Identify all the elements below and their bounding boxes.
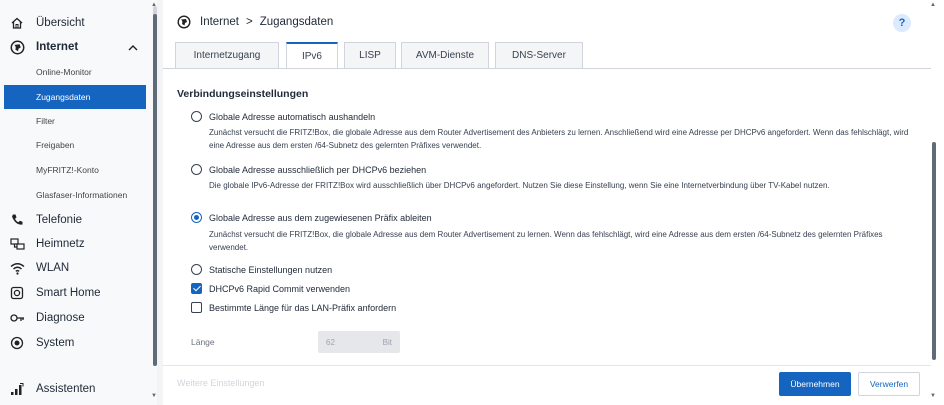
help-button[interactable]: ? — [893, 14, 911, 32]
network-icon — [9, 236, 25, 252]
option-description: Die globale IPv6-Adresse der FRITZ!Box w… — [209, 181, 830, 190]
sidebar: Übersicht Internet Online-Monitor Zugang… — [0, 0, 157, 405]
sidebar-subitem-zugangsdaten[interactable]: Zugangsdaten — [4, 85, 146, 109]
sidebar-item-label: Diagnose — [36, 312, 85, 324]
home-icon — [9, 15, 25, 31]
sidebar-item-label: System — [36, 337, 75, 349]
diagnose-icon — [9, 310, 25, 326]
wifi-icon — [9, 260, 25, 276]
length-unit: Bit — [382, 337, 392, 347]
sidebar-item-telefonie[interactable]: Telefonie — [0, 208, 150, 232]
tab-ipv6[interactable]: IPv6 — [286, 42, 338, 69]
apply-button[interactable]: Übernehmen — [779, 372, 851, 396]
option-label: Globale Adresse automatisch aushandeln — [209, 111, 376, 122]
sidebar-item-system[interactable]: System — [0, 331, 150, 355]
checkbox-lan-prefix-length[interactable]: Bestimmte Länge für das LAN-Präfix anfor… — [191, 302, 396, 313]
option-label: Globale Adresse ausschließlich per DHCPv… — [209, 164, 427, 175]
sidebar-item-wlan[interactable]: WLAN — [0, 256, 150, 280]
sidebar-item-label: Internet — [36, 41, 79, 53]
sidebar-subitem-freigaben[interactable]: Freigaben — [4, 133, 146, 157]
section-title: Verbindungseinstellungen — [177, 88, 309, 100]
tab-divider — [163, 68, 931, 69]
breadcrumb-page: Zugangsdaten — [259, 16, 334, 28]
option-derive-from-prefix[interactable]: Globale Adresse aus dem zugewiesenen Prä… — [191, 212, 432, 223]
radio-button[interactable] — [191, 264, 202, 275]
phone-icon — [9, 212, 25, 228]
option-dhcpv6-only[interactable]: Globale Adresse ausschließlich per DHCPv… — [191, 164, 426, 175]
chevron-up-icon[interactable] — [128, 44, 138, 51]
sidebar-item-diagnose[interactable]: Diagnose — [0, 306, 150, 330]
radio-button[interactable] — [191, 164, 202, 175]
scroll-down-arrow-icon[interactable]: ▼ — [930, 393, 936, 399]
option-description: Zunächst versucht die FRITZ!Box, die glo… — [209, 128, 909, 150]
assistant-icon — [9, 381, 25, 397]
system-icon — [9, 335, 25, 351]
globe-icon — [9, 39, 25, 55]
breadcrumb-separator: > — [246, 16, 253, 28]
sidebar-subitem-filter[interactable]: Filter — [4, 109, 146, 133]
sidebar-item-label: Übersicht — [36, 17, 85, 29]
checkbox-label: Bestimmte Länge für das LAN-Präfix anfor… — [209, 302, 397, 313]
tab-internetzugang[interactable]: Internetzugang — [175, 42, 279, 68]
content-panel: Internet > Zugangsdaten ? Internetzugang… — [163, 0, 944, 405]
checkbox-checked[interactable] — [191, 283, 202, 294]
sidebar-item-label: Smart Home — [36, 287, 101, 299]
sidebar-subitem-glasfaser-informationen[interactable]: Glasfaser-Informationen — [4, 183, 146, 207]
tab-lisp[interactable]: LISP — [344, 42, 396, 68]
globe-icon — [177, 15, 191, 29]
option-static-settings[interactable]: Statische Einstellungen nutzen — [191, 264, 332, 275]
radio-button[interactable] — [191, 111, 202, 122]
length-input[interactable]: 62 Bit — [318, 331, 400, 353]
more-settings-label: Weitere Einstellungen — [177, 378, 265, 388]
sidebar-scrollbar[interactable] — [153, 6, 157, 366]
smart-home-icon — [9, 285, 25, 301]
sidebar-item-label: Heimnetz — [36, 238, 85, 250]
breadcrumb-section[interactable]: Internet — [200, 16, 239, 28]
sidebar-item-assistenten[interactable]: Assistenten — [0, 377, 150, 401]
checkbox[interactable] — [191, 302, 202, 313]
scroll-down-arrow-icon[interactable]: ▼ — [151, 393, 157, 399]
checkbox-rapid-commit[interactable]: DHCPv6 Rapid Commit verwenden — [191, 283, 350, 294]
length-label: Länge — [191, 337, 215, 347]
footer-divider — [163, 365, 931, 366]
option-description: Zunächst versucht die FRITZ!Box, die glo… — [209, 230, 883, 252]
discard-button[interactable]: Verwerfen — [858, 372, 920, 396]
sidebar-item-label: WLAN — [36, 262, 70, 274]
tab-avm-dienste[interactable]: AVM-Dienste — [401, 42, 489, 68]
content-scrollbar[interactable] — [932, 0, 936, 405]
sidebar-item-smart-home[interactable]: Smart Home — [0, 281, 150, 305]
sidebar-subitem-myfritz-konto[interactable]: MyFRITZ!-Konto — [4, 158, 146, 182]
breadcrumb: Internet > Zugangsdaten — [177, 12, 333, 32]
checkbox-label: DHCPv6 Rapid Commit verwenden — [209, 283, 351, 294]
length-value: 62 — [326, 337, 335, 347]
sidebar-item-internet[interactable]: Internet — [0, 35, 150, 59]
sidebar-item-heimnetz[interactable]: Heimnetz — [0, 232, 150, 256]
tab-dns-server[interactable]: DNS-Server — [495, 42, 583, 68]
option-label: Statische Einstellungen nutzen — [209, 264, 333, 275]
sidebar-subitem-online-monitor[interactable]: Online-Monitor — [4, 60, 146, 84]
sidebar-item-uebersicht[interactable]: Übersicht — [0, 11, 150, 35]
sidebar-item-label: Telefonie — [36, 214, 83, 226]
option-auto-negotiate[interactable]: Globale Adresse automatisch aushandeln — [191, 111, 375, 122]
radio-button-selected[interactable] — [191, 212, 202, 223]
sidebar-item-label: Assistenten — [36, 383, 96, 395]
option-label: Globale Adresse aus dem zugewiesenen Prä… — [209, 212, 432, 223]
